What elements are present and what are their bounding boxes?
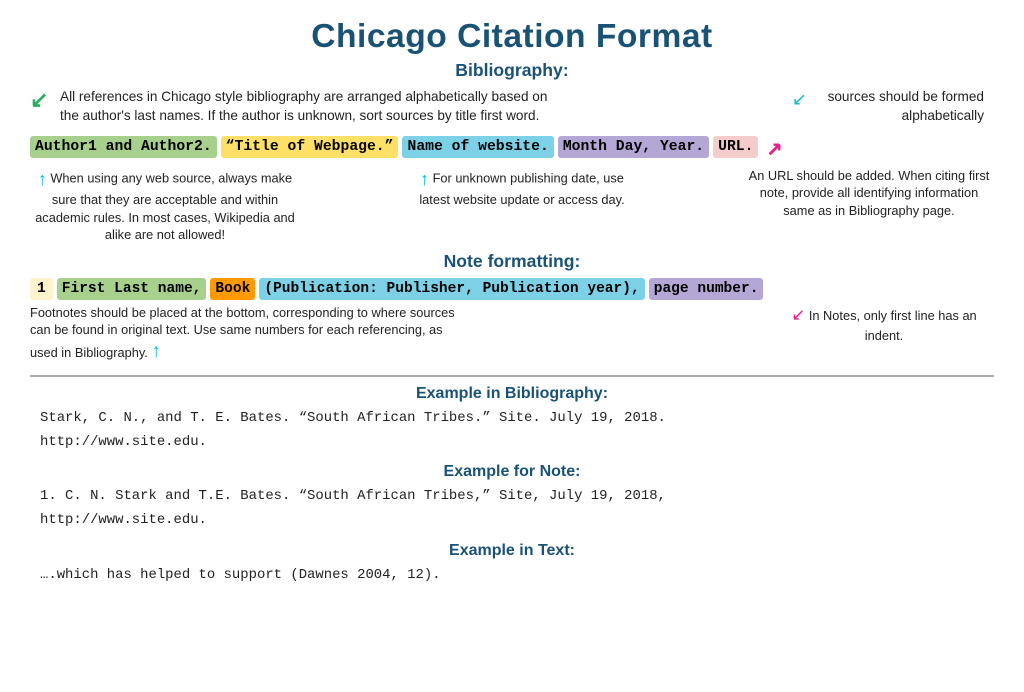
bibliography-label: Bibliography: (30, 60, 994, 81)
note-label: Note formatting: (30, 251, 994, 272)
note-section: Note formatting: 1 First Last name, Book… (30, 251, 994, 364)
note-book: Book (210, 278, 255, 300)
bibliography-section: Bibliography: ↙ All references in Chicag… (30, 60, 994, 243)
citation-bar: Author1 and Author2. “Title of Webpage.”… (30, 131, 994, 163)
bib-right-note: ↙ sources should be formed alphabeticall… (814, 87, 994, 125)
bib-left-note: ↙ All references in Chicago style biblio… (30, 87, 570, 125)
examples-section: Example in Bibliography: Stark, C. N., a… (30, 385, 994, 586)
bib-note-row: ↙ All references in Chicago style biblio… (30, 87, 994, 125)
note-name: First Last name, (57, 278, 207, 300)
example-note-text1: 1. C. N. Stark and T.E. Bates. “South Af… (40, 485, 984, 507)
below-cit-right: An URL should be added. When citing firs… (744, 167, 994, 219)
arrow-pink-icon: ↗ (766, 131, 782, 163)
note-page: page number. (649, 278, 764, 300)
cit-site: Name of website. (402, 136, 553, 158)
arrow-cyan-icon: ↙ (792, 87, 807, 112)
cit-date: Month Day, Year. (558, 136, 709, 158)
arrow-up-cyan-left-icon: ↑ (38, 167, 47, 191)
below-citation-row: ↑ When using any web source, always make… (30, 167, 994, 243)
below-note-row: Footnotes should be placed at the bottom… (30, 304, 994, 364)
arrow-green-icon: ↙ (30, 85, 48, 115)
example-note-text2: http://www.site.edu. (40, 509, 984, 531)
main-title: Chicago Citation Format (30, 18, 994, 56)
example-text-title: Example in Text: (40, 542, 984, 560)
page: Chicago Citation Format Bibliography: ↙ … (0, 0, 1024, 606)
arrow-up-cyan-mid-icon: ↑ (420, 167, 429, 191)
arrow-mid-cyan-icon: ↑ (151, 339, 161, 365)
section-divider (30, 375, 994, 377)
example-bib-text1: Stark, C. N., and T. E. Bates. “South Af… (40, 407, 984, 429)
example-note-title: Example for Note: (40, 463, 984, 481)
note-pub: (Publication: Publisher, Publication yea… (259, 278, 644, 300)
note-num: 1 (30, 278, 53, 300)
cit-author: Author1 and Author2. (30, 136, 217, 158)
arrow-pink-note-icon: ↙ (791, 305, 805, 324)
note-bar: 1 First Last name, Book (Publication: Pu… (30, 278, 994, 300)
below-cit-mid: ↑ For unknown publishing date, use lates… (412, 167, 632, 208)
example-bib-text2: http://www.site.edu. (40, 431, 984, 453)
cit-title: “Title of Webpage.” (221, 136, 399, 158)
example-text-text: ….which has helped to support (Dawnes 20… (40, 564, 984, 586)
cit-url: URL. (713, 136, 758, 158)
below-note-left: Footnotes should be placed at the bottom… (30, 304, 460, 364)
below-note-right: ↙ In Notes, only first line has an inden… (774, 304, 994, 344)
below-cit-left: ↑ When using any web source, always make… (30, 167, 300, 243)
example-bib-title: Example in Bibliography: (40, 385, 984, 403)
